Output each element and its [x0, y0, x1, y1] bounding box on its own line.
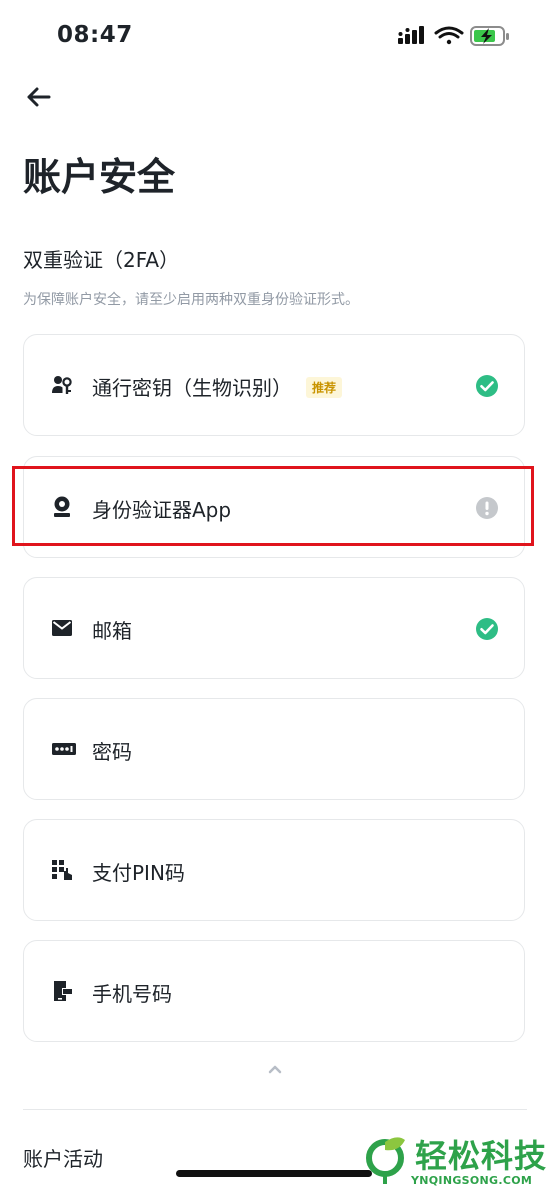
payment-pin-label: 支付PIN码 [92, 861, 185, 885]
section-divider [23, 1109, 527, 1110]
home-indicator [176, 1170, 372, 1177]
phone-number-label: 手机号码 [92, 982, 172, 1006]
email-label: 邮箱 [92, 619, 132, 643]
authenticator-label: 身份验证器App [92, 498, 232, 522]
verified-check-icon [476, 375, 498, 397]
phone-icon [54, 981, 72, 1001]
status-bar: 08:47 [0, 0, 550, 72]
passkey-icon [52, 376, 72, 394]
account-activity-title[interactable]: 账户活动 [23, 1143, 103, 1172]
verified-check-icon [476, 618, 498, 640]
wifi-icon [434, 26, 464, 45]
passkey-label: 通行密钥（生物识别） 推荐 [92, 372, 343, 401]
watermark-text: 轻松科技 [415, 1137, 548, 1175]
payment-pin-card[interactable]: 支付PIN码 [23, 819, 525, 921]
warning-alert-icon [476, 497, 498, 519]
status-time: 08:47 [57, 22, 133, 48]
password-icon [52, 743, 76, 755]
cellular-signal-icon [398, 26, 424, 44]
authenticator-app-card[interactable]: 身份验证器App [23, 456, 525, 558]
watermark: 轻松科技 YNQINGSONG.COM [363, 1130, 550, 1190]
status-icons [398, 26, 509, 46]
chevron-up-icon[interactable] [262, 1060, 288, 1078]
back-arrow-icon[interactable] [24, 82, 54, 112]
twofa-description: 为保障账户安全，请至少启用两种双重身份验证形式。 [23, 292, 359, 308]
password-card[interactable]: 密码 [23, 698, 525, 800]
passkey-label-text: 通行密钥（生物识别） [92, 376, 292, 400]
page-title: 账户安全 [23, 155, 176, 199]
email-card[interactable]: 邮箱 [23, 577, 525, 679]
watermark-logo-icon [366, 1137, 405, 1184]
battery-icon [470, 26, 509, 46]
recommended-badge: 推荐 [306, 377, 343, 398]
password-label: 密码 [92, 740, 132, 764]
watermark-subtext: YNQINGSONG.COM [411, 1174, 533, 1187]
pin-keypad-icon [52, 860, 72, 880]
twofa-section-title: 双重验证（2FA） [23, 248, 180, 272]
passkey-card[interactable]: 通行密钥（生物识别） 推荐 [23, 334, 525, 436]
mail-icon [52, 620, 72, 636]
authenticator-icon [54, 496, 70, 517]
phone-number-card[interactable]: 手机号码 [23, 940, 525, 1042]
